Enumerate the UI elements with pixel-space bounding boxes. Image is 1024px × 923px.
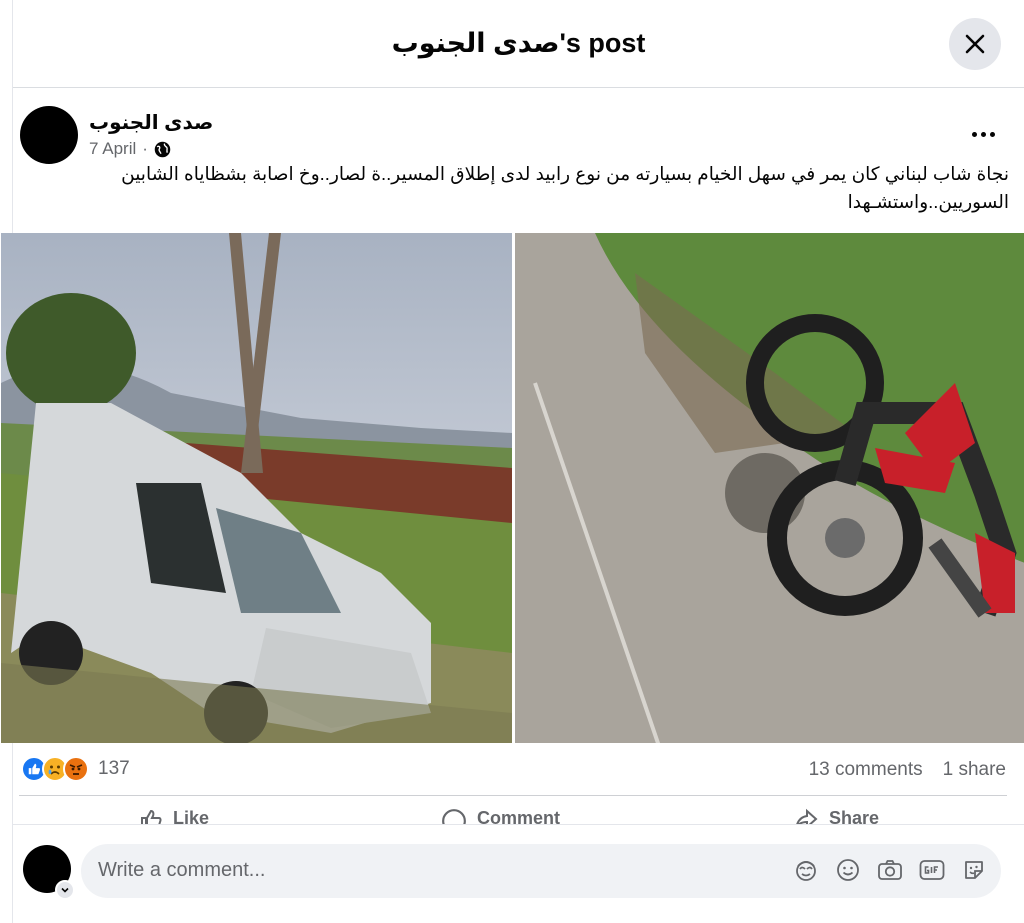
meta-separator: · — [142, 139, 148, 158]
comment-input[interactable]: Write a comment... — [81, 844, 1001, 898]
post-stats: 13 comments 1 share — [809, 759, 1006, 781]
comment-composer: Write a comment... — [13, 824, 1024, 923]
photo-damaged-van[interactable] — [1, 233, 512, 743]
author-name[interactable]: صدى الجنوب — [89, 110, 213, 135]
more-dot-icon — [980, 131, 986, 137]
post-photos — [1, 233, 1024, 743]
close-button[interactable] — [949, 18, 1001, 70]
globe-icon — [154, 141, 171, 157]
photo-damaged-motorcycle[interactable] — [515, 233, 1024, 743]
share-icon — [796, 808, 818, 824]
gif-icon[interactable] — [919, 857, 945, 883]
like-outline-icon — [141, 809, 162, 824]
comments-count-link[interactable]: 13 comments — [809, 759, 923, 781]
divider — [19, 795, 1007, 796]
author-avatar[interactable] — [20, 106, 78, 164]
comment-tools — [793, 857, 987, 883]
like-button[interactable]: Like — [139, 808, 209, 824]
post-actions: Like Comment Share — [13, 806, 1024, 824]
comment-label: Comment — [477, 808, 561, 824]
comment-icon — [442, 809, 466, 824]
dialog-header: صدى الجنوب's post — [13, 0, 1024, 88]
more-dot-icon — [989, 131, 995, 137]
post-date[interactable]: 7 April — [89, 139, 136, 159]
reactions-summary[interactable]: 137 — [21, 756, 130, 782]
shares-count-link[interactable]: 1 share — [943, 759, 1006, 781]
close-icon — [965, 34, 985, 54]
post-meta: 7 April · — [89, 139, 171, 159]
share-button[interactable]: Share — [793, 808, 879, 824]
comment-placeholder: Write a comment... — [98, 859, 266, 881]
comment-button[interactable]: Comment — [441, 808, 560, 824]
angry-icon — [63, 756, 89, 782]
dialog-title: صدى الجنوب's post — [391, 28, 646, 58]
like-label: Like — [173, 808, 210, 824]
more-dot-icon — [971, 131, 977, 137]
chevron-down-icon — [61, 887, 69, 893]
account-switch-button[interactable] — [55, 880, 75, 900]
share-label: Share — [829, 808, 880, 824]
post-dialog: صدى الجنوب's post صدى الجنوب 7 April · ن… — [1, 0, 1024, 923]
sticker-icon[interactable] — [961, 857, 987, 883]
camera-icon[interactable] — [877, 857, 903, 883]
more-options-button[interactable] — [965, 122, 1001, 146]
reaction-count: 137 — [98, 758, 130, 779]
avatar-sticker-icon[interactable] — [793, 857, 819, 883]
post-text: نجاة شاب لبناني كان يمر في سهل الخيام بس… — [121, 163, 1009, 212]
emoji-icon[interactable] — [835, 857, 861, 883]
